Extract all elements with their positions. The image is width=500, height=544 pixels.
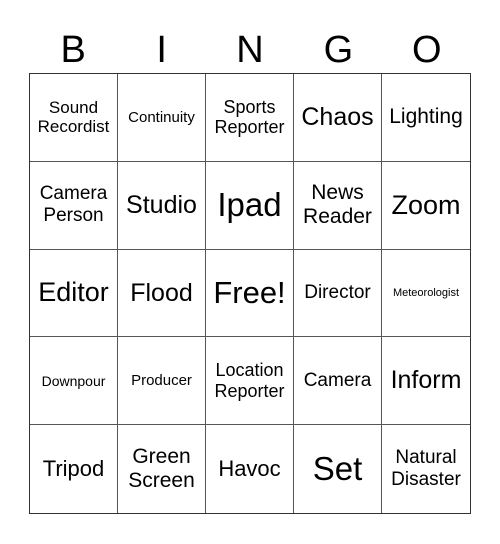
bingo-cell[interactable]: Free!: [206, 249, 294, 338]
bingo-cell[interactable]: Flood: [118, 249, 206, 338]
bingo-cell[interactable]: Meteorologist: [382, 250, 470, 338]
bingo-cell[interactable]: Editor: [30, 249, 118, 338]
bingo-cell[interactable]: Tripod: [30, 425, 118, 513]
bingo-cell[interactable]: Continuity: [118, 74, 206, 162]
bingo-cell[interactable]: News Reader: [294, 161, 382, 250]
header-letter-n: N: [236, 29, 264, 71]
bingo-cell[interactable]: Downpour: [30, 337, 118, 426]
bingo-cell[interactable]: Chaos: [294, 74, 382, 162]
bingo-cell[interactable]: Zoom: [382, 162, 470, 250]
header-letter-i: I: [156, 29, 167, 71]
header-letter-b: B: [60, 29, 86, 71]
header-letter-g: G: [323, 29, 354, 71]
bingo-header: B I N G O: [29, 26, 471, 74]
bingo-cell[interactable]: Studio: [118, 161, 206, 250]
bingo-cell[interactable]: Natural Disaster: [382, 425, 470, 513]
bingo-cell[interactable]: Ipad: [206, 161, 294, 250]
bingo-cell[interactable]: Lighting: [382, 74, 470, 162]
bingo-cell[interactable]: Camera: [294, 337, 382, 426]
bingo-card-grid: Sound Recordist Continuity Sports Reporter…: [29, 73, 471, 514]
bingo-cell[interactable]: Set: [294, 425, 382, 513]
bingo-cell[interactable]: Havoc: [206, 425, 294, 513]
bingo-cell[interactable]: Sports Reporter: [206, 74, 294, 162]
header-letter-o: O: [412, 29, 442, 71]
bingo-cell[interactable]: Sound Recordist: [30, 74, 118, 162]
bingo-cell[interactable]: Director: [294, 249, 382, 338]
bingo-cell[interactable]: Camera Person: [30, 161, 118, 250]
bingo-cell[interactable]: Location Reporter: [206, 337, 294, 426]
bingo-cell[interactable]: Inform: [382, 337, 470, 426]
bingo-cell[interactable]: Producer: [118, 337, 206, 426]
bingo-cell[interactable]: Green Screen: [118, 425, 206, 513]
